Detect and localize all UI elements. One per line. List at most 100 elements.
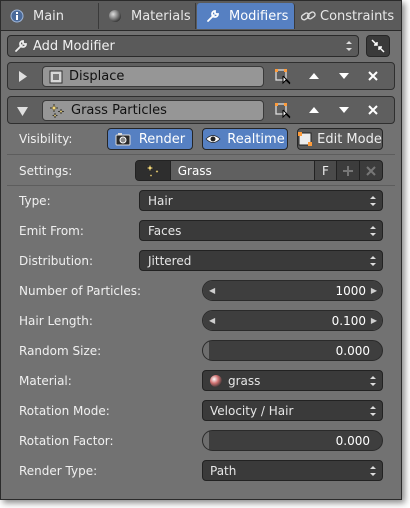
tab-constraints[interactable]: Constraints [296, 3, 401, 29]
random-size-value: 0.000 [335, 343, 370, 358]
rotation-factor-slider[interactable]: 0.000 [202, 430, 383, 451]
new-settings-button[interactable] [336, 161, 359, 180]
tab-modifiers[interactable]: Modifiers [197, 3, 295, 29]
render-type-dropdown[interactable]: Path [202, 460, 383, 481]
updown-arrows-icon [370, 375, 376, 386]
distribution-dropdown[interactable]: Jittered [139, 250, 383, 271]
move-down-icon[interactable] [339, 107, 349, 114]
render-type-label: Render Type: [19, 464, 98, 478]
hair-length-value: 0.100 [331, 313, 366, 328]
collapse-all-button[interactable] [366, 35, 390, 57]
move-up-icon[interactable] [309, 106, 319, 113]
realtime-label: Realtime [227, 131, 285, 147]
rotation-mode-dropdown[interactable]: Velocity / Hair [202, 400, 383, 421]
number-of-particles-value: 1000 [335, 283, 366, 298]
modifier-name-field[interactable]: Displace [42, 66, 264, 87]
distribution-label: Distribution: [19, 254, 94, 268]
type-dropdown[interactable]: Hair [139, 190, 383, 211]
chain-link-icon [300, 8, 316, 24]
rotation-mode-value: Velocity / Hair [210, 403, 294, 418]
rotation-factor-label: Rotation Factor: [19, 434, 114, 448]
move-up-icon[interactable] [309, 72, 319, 79]
emit-from-label: Emit From: [19, 224, 84, 238]
visibility-label: Visibility: [19, 132, 73, 146]
fake-user-button[interactable]: F [313, 161, 337, 180]
updown-arrows-icon [370, 255, 376, 266]
tab-label: Modifiers [229, 8, 289, 24]
hair-length-slider[interactable]: ◀ 0.100 ▶ [202, 310, 383, 331]
tab-label: Materials [131, 8, 191, 24]
modifier-name-field[interactable]: Grass Particles [42, 100, 264, 121]
render-type-value: Path [210, 463, 237, 478]
updown-arrows-icon [346, 41, 352, 51]
decrement-arrow-icon[interactable]: ◀ [209, 311, 215, 330]
particles-icon [49, 102, 65, 119]
wrench-icon [205, 8, 221, 24]
distribution-value: Jittered [148, 253, 192, 268]
remove-modifier-icon[interactable] [368, 105, 378, 115]
emit-from-dropdown[interactable]: Faces [139, 220, 383, 241]
plus-icon [343, 165, 354, 176]
add-modifier-dropdown[interactable]: Add Modifier [7, 35, 359, 57]
type-label: Type: [19, 194, 51, 208]
particles-icon [145, 162, 160, 179]
modifier-displace-header: Displace [7, 62, 395, 90]
render-label: Render [138, 131, 186, 147]
decrement-arrow-icon[interactable]: ◀ [209, 281, 215, 300]
cage-editmode-icon[interactable] [274, 102, 292, 123]
tab-label: Constraints [320, 8, 395, 24]
remove-modifier-icon[interactable] [368, 71, 378, 81]
increment-arrow-icon[interactable]: ▶ [371, 311, 377, 330]
hair-length-label: Hair Length: [19, 314, 93, 328]
eye-icon [205, 133, 221, 145]
collapse-arrows-icon [371, 39, 385, 53]
modifier-grass-particles-header: Grass Particles [7, 96, 395, 124]
cage-editmode-icon[interactable] [274, 68, 292, 89]
add-modifier-label: Add Modifier [33, 38, 115, 54]
modifiers-panel: Main Materials Modifiers Constraints Add… [0, 0, 402, 500]
edit-mode-label: Edit Mode [317, 131, 382, 147]
number-of-particles-label: Number of Particles: [19, 284, 142, 298]
displace-modifier-icon [49, 70, 63, 84]
wrench-icon [14, 39, 28, 53]
settings-datablock-field: Grass F [135, 160, 383, 181]
type-value: Hair [148, 193, 173, 208]
settings-name-input[interactable]: Grass [170, 161, 314, 180]
tab-main[interactable]: Main [1, 3, 99, 29]
material-dropdown[interactable]: grass [202, 370, 383, 391]
material-label: Material: [19, 374, 72, 388]
move-down-icon[interactable] [339, 73, 349, 80]
modifier-name: Displace [69, 69, 125, 84]
material-value: grass [228, 373, 261, 388]
increment-arrow-icon[interactable]: ▶ [371, 281, 377, 300]
random-size-slider[interactable]: 0.000 [202, 340, 383, 361]
divider [7, 154, 395, 155]
updown-arrows-icon [370, 225, 376, 236]
expand-triangle-icon[interactable] [18, 71, 28, 82]
tab-label: Main [33, 8, 65, 24]
material-sphere-icon [209, 374, 223, 388]
divider [7, 185, 395, 186]
collapse-triangle-icon[interactable] [17, 107, 28, 116]
tab-bar: Main Materials Modifiers Constraints [1, 1, 401, 31]
number-of-particles-slider[interactable]: ◀ 1000 ▶ [202, 280, 383, 301]
realtime-toggle-button[interactable]: Realtime [202, 128, 288, 150]
close-icon [366, 165, 376, 176]
particle-settings-browse[interactable] [136, 161, 171, 180]
random-size-label: Random Size: [19, 344, 102, 358]
edit-mode-icon [298, 132, 313, 146]
rotation-factor-value: 0.000 [335, 433, 370, 448]
tab-materials[interactable]: Materials [99, 3, 196, 29]
render-toggle-button[interactable]: Render [107, 128, 193, 150]
slider-fill [203, 341, 209, 360]
rotation-mode-label: Rotation Mode: [19, 404, 110, 418]
material-sphere-icon [107, 8, 123, 24]
edit-mode-toggle-button[interactable]: Edit Mode [297, 128, 383, 150]
emit-from-value: Faces [148, 223, 182, 238]
updown-arrows-icon [370, 465, 376, 476]
info-icon [9, 8, 25, 24]
updown-arrows-icon [370, 405, 376, 416]
unlink-settings-button[interactable] [359, 161, 382, 180]
settings-label: Settings: [19, 164, 73, 178]
camera-icon [115, 132, 131, 146]
